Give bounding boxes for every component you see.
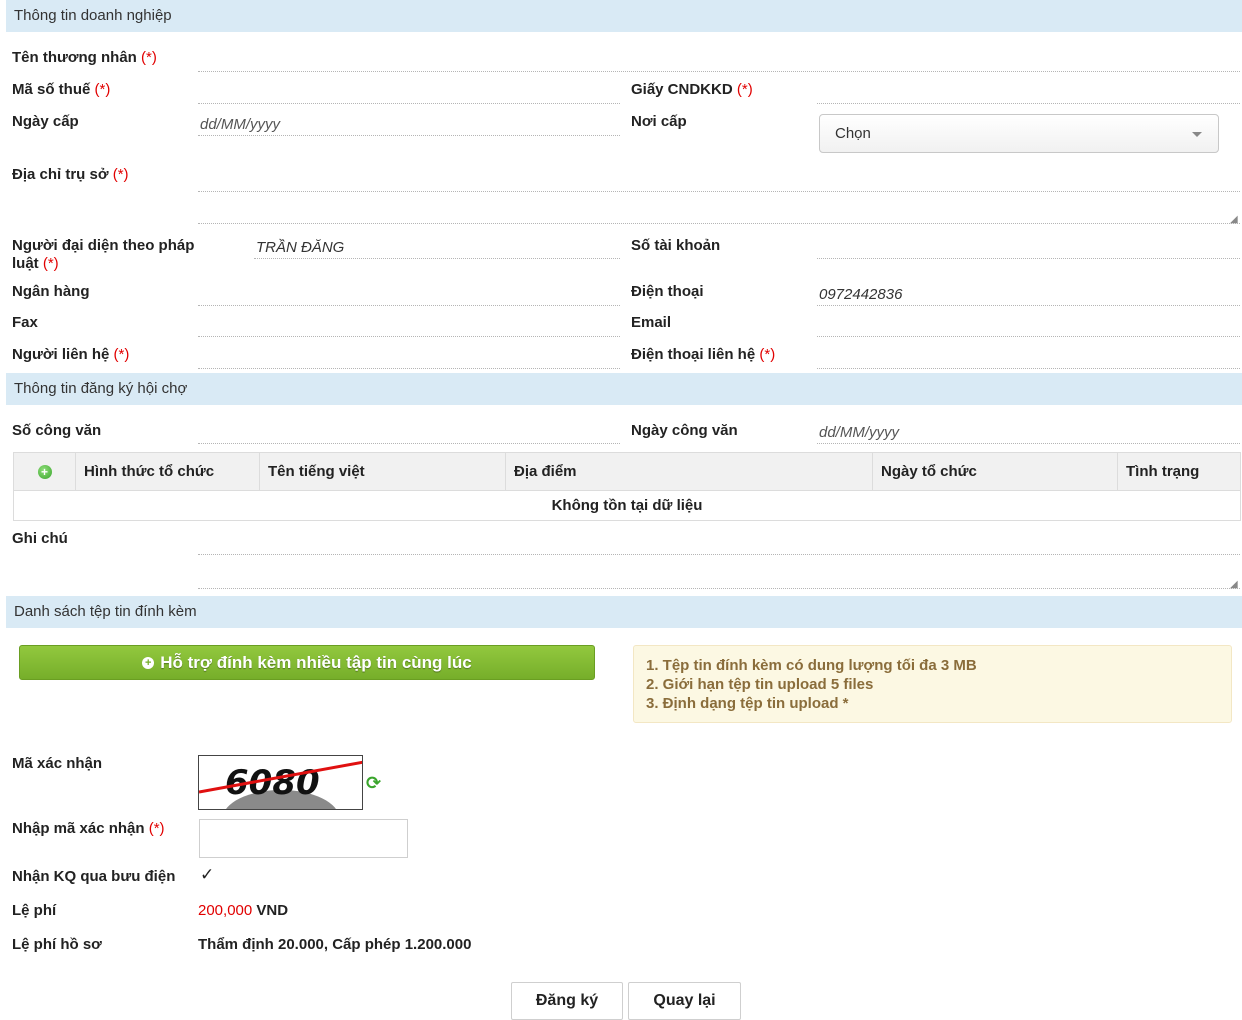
chevron-down-icon [1192, 132, 1202, 137]
contact-phone-label: Điện thoại liên hệ (*) [631, 346, 776, 363]
captcha-text: 6080 [225, 763, 320, 803]
issue-date-label: Ngày cấp [12, 113, 79, 130]
fax-label: Fax [12, 314, 38, 331]
bank-label: Ngân hàng [12, 283, 90, 300]
check-icon: ✓ [200, 865, 215, 884]
legal-rep-label: Người đại diện theo pháp luật (*) [12, 237, 195, 272]
captcha-image: 6080 [198, 755, 363, 810]
doc-no-input[interactable] [198, 420, 620, 444]
upload-notice: 1. Tệp tin đính kèm có dung lượng tối đa… [633, 645, 1232, 723]
email-input[interactable] [817, 313, 1240, 337]
postal-checkbox[interactable]: ✓ [200, 866, 218, 884]
register-button[interactable]: Đăng ký [511, 982, 623, 1020]
note-textarea[interactable] [198, 559, 1240, 589]
issue-date-input[interactable]: dd/MM/yyyy [198, 112, 620, 136]
contact-phone-input[interactable] [817, 345, 1240, 369]
contact-input[interactable] [198, 345, 620, 369]
resize-grip-icon[interactable]: ◢ [1230, 215, 1240, 225]
upload-note: 3. Định dạng tệp tin upload * [646, 695, 849, 712]
upload-multiple-button[interactable]: + Hỗ trợ đính kèm nhiều tập tin cùng lúc [19, 645, 595, 680]
doc-date-input[interactable]: dd/MM/yyyy [817, 420, 1240, 444]
tax-code-input[interactable] [198, 80, 620, 104]
fee-value: 200,000 VND [198, 902, 289, 919]
column-header-format: Hình thức tổ chức [75, 452, 260, 491]
column-header-vietnamese-name: Tên tiếng việt [259, 452, 506, 491]
address-textarea[interactable] [198, 196, 1240, 224]
add-row-cell[interactable]: + [13, 452, 76, 491]
doc-date-label: Ngày công văn [631, 422, 738, 439]
note-label: Ghi chú [12, 530, 68, 547]
fair-events-table: + Hình thức tổ chức Tên tiếng việt Địa đ… [13, 452, 1241, 521]
fee-label: Lệ phí [12, 902, 57, 919]
dossier-fee-label: Lệ phí hồ sơ [12, 936, 102, 953]
license-input[interactable] [817, 80, 1240, 104]
refresh-icon[interactable]: ⟳ [366, 773, 386, 793]
note-textarea-line1[interactable] [198, 527, 1240, 555]
table-header-row: + Hình thức tổ chức Tên tiếng việt Địa đ… [13, 452, 1241, 491]
dossier-fee-value: Thẩm định 20.000, Cấp phép 1.200.000 [198, 936, 472, 953]
contact-label: Người liên hệ (*) [12, 346, 130, 363]
address-textarea-line1[interactable] [198, 162, 1240, 192]
table-row: Không tồn tại dữ liệu [13, 490, 1241, 521]
merchant-name-input[interactable] [198, 48, 1240, 72]
address-label: Địa chỉ trụ sở (*) [12, 166, 129, 183]
doc-no-label: Số công văn [12, 422, 102, 439]
resize-grip-icon[interactable]: ◢ [1230, 580, 1240, 590]
back-button[interactable]: Quay lại [628, 982, 741, 1020]
merchant-name-label: Tên thương nhân (*) [12, 49, 157, 66]
tax-code-label: Mã số thuế (*) [12, 81, 111, 98]
empty-message: Không tồn tại dữ liệu [13, 490, 1241, 521]
section-header-attachments: Danh sách tệp tin đính kèm [6, 596, 1242, 628]
account-input[interactable] [817, 235, 1240, 259]
column-header-location: Địa điểm [505, 452, 873, 491]
phone-input[interactable]: 0972442836 [817, 282, 1240, 306]
upload-note: 1. Tệp tin đính kèm có dung lượng tối đa… [646, 657, 977, 674]
phone-label: Điện thoại [631, 283, 704, 300]
fax-input[interactable] [198, 313, 620, 337]
issue-place-label: Nơi cấp [631, 113, 687, 130]
bank-input[interactable] [198, 282, 620, 306]
plus-circle-icon[interactable]: + [37, 465, 52, 480]
issue-place-select[interactable]: Chọn [819, 114, 1219, 153]
legal-rep-input[interactable]: TRẦN ĐĂNG [254, 235, 620, 259]
section-header-business: Thông tin doanh nghiệp [6, 0, 1242, 32]
column-header-status: Tình trạng [1117, 452, 1241, 491]
email-label: Email [631, 314, 672, 331]
captcha-input[interactable] [199, 819, 408, 858]
upload-note: 2. Giới hạn tệp tin upload 5 files [646, 676, 874, 693]
account-label: Số tài khoản [631, 237, 721, 254]
license-label: Giấy CNDKKD (*) [631, 81, 753, 98]
captcha-input-label: Nhập mã xác nhận (*) [12, 820, 165, 837]
section-header-fair: Thông tin đăng ký hội chợ [6, 373, 1242, 405]
postal-label: Nhận KQ qua bưu điện [12, 868, 176, 885]
captcha-label: Mã xác nhận [12, 755, 103, 772]
plus-circle-icon: + [142, 657, 155, 669]
column-header-date: Ngày tổ chức [872, 452, 1118, 491]
